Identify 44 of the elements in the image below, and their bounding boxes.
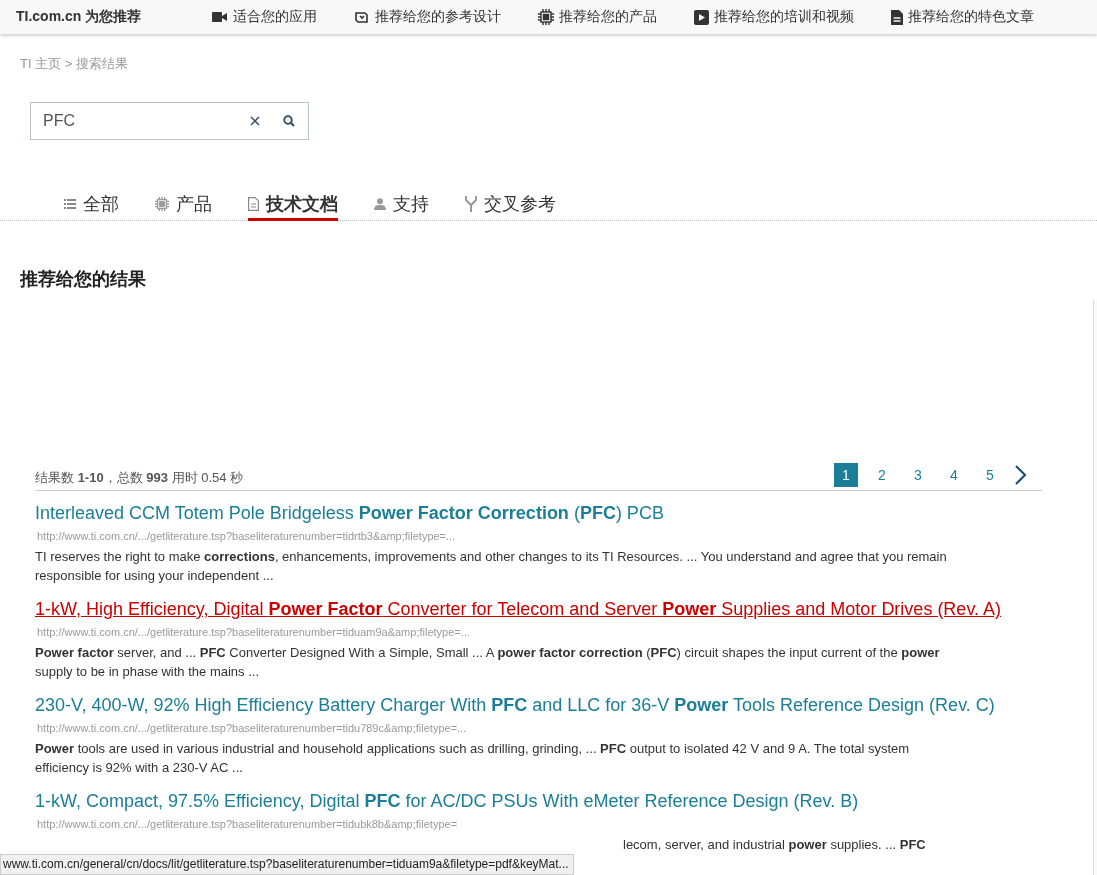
nav-link[interactable]: 推荐给您的培训和视频: [694, 8, 855, 26]
result-snippet: lecom, server, and industrial power supplies. ... PFC: [623, 836, 927, 854]
nav-link[interactable]: 推荐给您的特色文章: [891, 8, 1035, 26]
tab[interactable]: 产品: [155, 192, 212, 221]
result-snippet: TI reserves the right to make corrections, enhancements, improvements and other changes to its TI Resources. ... You understand and agree that you remain responsible for using your independent ...: [35, 548, 948, 585]
nav-link[interactable]: 推荐给您的参考设计: [354, 8, 502, 26]
result-title-link[interactable]: 230-V, 400-W, 92% High Efficiency Battery Charger With PFC and LLC for 36-V Power Tools Reference Design (Rev. C): [35, 695, 995, 716]
section-heading: 推荐给您的结果: [20, 268, 146, 291]
page-link[interactable]: 2: [870, 463, 894, 487]
page-link[interactable]: 3: [906, 463, 930, 487]
result-url: http://www.ti.com.cn/.../getliterature.tsp?baseliteraturenumber=tidubk8b&amp;filetype=: [37, 818, 459, 830]
person-icon: [374, 198, 386, 210]
clear-icon[interactable]: [250, 116, 260, 126]
nav-link[interactable]: 推荐给您的产品: [538, 8, 658, 26]
brand-label: TI.com.cn 为您推荐: [16, 8, 142, 26]
result-url: http://www.ti.com.cn/.../getliterature.tsp?baseliteraturenumber=tidu789c&amp;filetype=...: [37, 722, 468, 734]
result-title-link[interactable]: 1-kW, High Efficiency, Digital Power Factor Converter for Telecom and Server Power Supplies and Motor Drives (Rev. A): [35, 599, 1002, 620]
tab[interactable]: 支持: [374, 192, 429, 221]
tab[interactable]: 全部: [64, 192, 119, 221]
chip-icon: [155, 197, 169, 211]
result-title-link[interactable]: Interleaved CCM Totem Pole Bridgeless Power Factor Correction (PFC) PCB: [35, 503, 664, 524]
tab[interactable]: 技术文档: [248, 192, 338, 221]
play-icon: [694, 9, 710, 25]
result-title-link[interactable]: 1-kW, Compact, 97.5% Efficiency, Digital PFC for AC/DC PSUs With eMeter Reference Design (Rev. B): [35, 791, 859, 812]
fork-icon: [465, 196, 477, 212]
result-snippet: Power tools are used in various industrial and household applications such as drilling, grinding, ... PFC output to isolated 42 V and 9 A. The total system efficiency is 92% with a 230-V AC ...: [35, 740, 911, 777]
next-page-icon[interactable]: [1014, 464, 1028, 486]
page-link[interactable]: 1: [834, 463, 858, 487]
status-bar: www.ti.com.cn/general/cn/docs/lit/getliterature.tsp?baseliteraturenumber=tiduam9a&filetype=pdf&keyMat...: [0, 854, 574, 875]
results-count: 结果数 1-10，总数 993 用时 0.54 秒: [35, 469, 244, 487]
search-icon[interactable]: [283, 115, 295, 127]
nav-link[interactable]: 适合您的应用: [212, 8, 318, 26]
page-link[interactable]: 5: [978, 463, 1002, 487]
list-icon: [64, 199, 76, 209]
document-icon: [891, 9, 904, 25]
document-icon: [248, 197, 259, 211]
tab[interactable]: 交叉参考: [465, 192, 556, 221]
result-snippet: Power factor server, and ... PFC Converter Designed With a Simple, Small ... A power factor correction (PFC) circuit shapes the input current of the power supply to be in phase with the mains ...: [35, 644, 941, 681]
result-url: http://www.ti.com.cn/.../getliterature.tsp?baseliteraturenumber=tidrtb3&amp;filetype=...: [37, 530, 457, 542]
page-link[interactable]: 4: [942, 463, 966, 487]
chip-icon: [538, 9, 555, 25]
camera-icon: [212, 12, 228, 22]
result-url: http://www.ti.com.cn/.../getliterature.tsp?baseliteraturenumber=tiduam9a&amp;filetype=...: [37, 626, 471, 638]
search-field[interactable]: PFC: [30, 102, 309, 140]
